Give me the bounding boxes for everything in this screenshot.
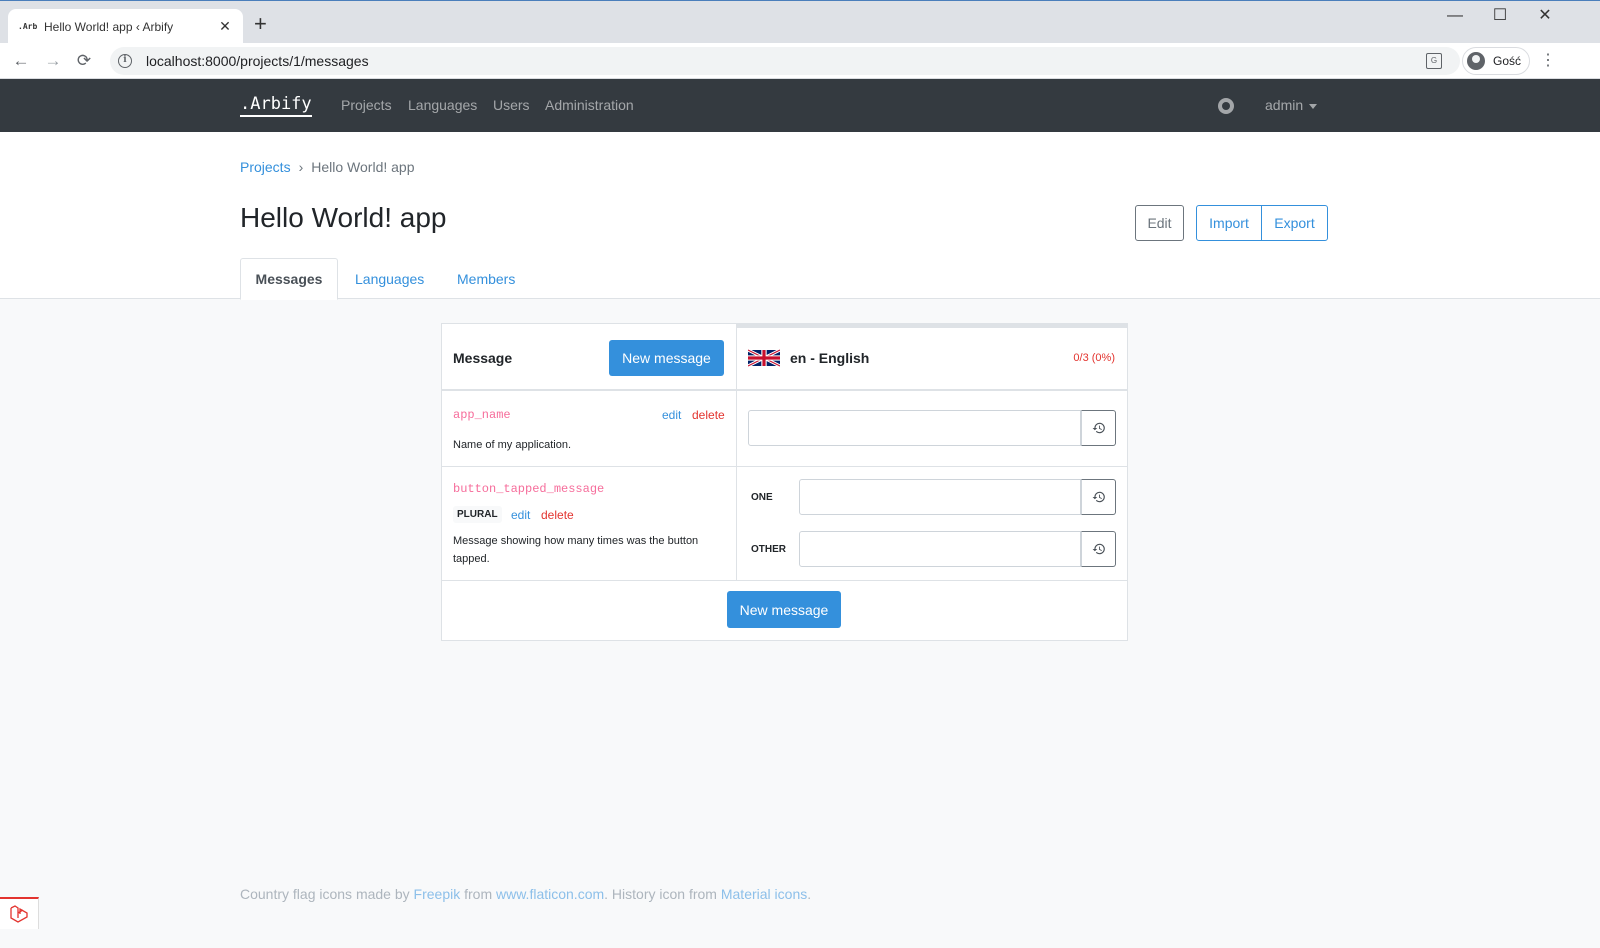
history-icon <box>1092 491 1105 503</box>
delete-message-link[interactable]: delete <box>541 508 574 522</box>
export-button[interactable]: Export <box>1261 205 1328 241</box>
nav-projects[interactable]: Projects <box>341 97 392 113</box>
browser-menu-icon[interactable]: ⋮ <box>1540 51 1556 71</box>
edit-message-link[interactable]: edit <box>662 408 681 422</box>
progress-bar <box>737 324 1127 328</box>
message-description-line2: tapped. <box>453 553 490 565</box>
edit-button[interactable]: Edit <box>1135 205 1184 241</box>
column-header-message: Message <box>453 350 513 366</box>
github-icon[interactable] <box>1218 98 1234 114</box>
tab-messages[interactable]: Messages <box>240 258 338 300</box>
profile-name: Gość <box>1493 54 1522 68</box>
site-info-icon[interactable]: i <box>118 54 132 68</box>
message-key: app_name <box>453 408 511 422</box>
footer-text: Country flag icons made by <box>240 886 414 902</box>
maximize-icon[interactable]: ☐ <box>1477 5 1523 27</box>
breadcrumb-projects[interactable]: Projects <box>240 159 291 175</box>
message-key: button_tapped_message <box>453 482 605 496</box>
import-button[interactable]: Import <box>1196 205 1262 241</box>
translation-input-other[interactable] <box>799 531 1081 567</box>
browser-toolbar: ← → ⟳ i localhost:8000/projects/1/messag… <box>0 43 1600 79</box>
history-icon <box>1092 543 1105 555</box>
plural-form-label: OTHER <box>751 544 786 555</box>
breadcrumb: Projects › Hello World! app <box>240 159 415 175</box>
uk-flag-icon <box>748 348 780 368</box>
nav-languages[interactable]: Languages <box>408 97 477 113</box>
footer-text: . History icon from <box>604 886 721 902</box>
project-header: Projects › Hello World! app Hello World!… <box>0 132 1600 300</box>
app-navbar: .Arbify Projects Languages Users Adminis… <box>0 79 1600 132</box>
minimize-icon[interactable]: — <box>1432 5 1478 27</box>
translation-input-group <box>799 531 1116 567</box>
plural-form-label: ONE <box>751 492 773 503</box>
message-description-line1: Message showing how many times was the b… <box>453 535 699 547</box>
translation-input-group <box>799 479 1116 515</box>
freepik-link[interactable]: Freepik <box>414 886 461 902</box>
plural-badge: PLURAL <box>453 506 502 523</box>
material-icons-link[interactable]: Material icons <box>721 886 807 902</box>
footer-credits: Country flag icons made by Freepik from … <box>240 886 811 902</box>
breadcrumb-separator: › <box>298 159 304 175</box>
brand-logo[interactable]: .Arbify <box>240 94 312 117</box>
avatar-icon <box>1467 52 1485 70</box>
caret-down-icon <box>1309 103 1318 109</box>
forward-icon[interactable]: → <box>41 49 65 73</box>
reload-icon[interactable]: ⟳ <box>72 49 96 73</box>
page-title: Hello World! app <box>240 202 447 233</box>
message-description: Name of my application. <box>453 439 571 451</box>
browser-tabstrip: .Arb Hello World! app ‹ Arbify ✕ + — ☐ ✕ <box>0 0 1600 44</box>
user-name: admin <box>1265 97 1304 113</box>
language-name: en - English <box>790 350 870 366</box>
tab-members[interactable]: Members <box>441 258 531 299</box>
messages-table: Message New message en - English 0/3 (0%… <box>441 323 1128 641</box>
user-dropdown[interactable]: admin <box>1265 97 1318 113</box>
footer-text: . <box>807 886 812 902</box>
breadcrumb-current: Hello World! app <box>311 159 415 175</box>
back-icon[interactable]: ← <box>9 49 33 73</box>
history-button[interactable] <box>1081 531 1116 567</box>
new-tab-button[interactable]: + <box>254 13 267 35</box>
browser-tab[interactable]: .Arb Hello World! app ‹ Arbify ✕ <box>8 9 243 44</box>
history-button[interactable] <box>1081 479 1116 515</box>
history-button[interactable] <box>1081 410 1116 446</box>
translation-input[interactable] <box>748 410 1081 446</box>
history-icon <box>1092 422 1105 434</box>
tab-title: Hello World! app ‹ Arbify <box>44 19 174 34</box>
edit-message-link[interactable]: edit <box>511 508 530 522</box>
url-text: localhost:8000/projects/1/messages <box>146 53 369 69</box>
new-message-button-bottom[interactable]: New message <box>727 591 841 628</box>
tab-languages[interactable]: Languages <box>339 258 440 299</box>
profile-button[interactable]: Gość <box>1462 47 1530 75</box>
favicon-icon: .Arb <box>18 22 38 31</box>
translation-progress: 0/3 (0%) <box>1073 352 1115 364</box>
translation-input-group <box>748 410 1116 446</box>
new-message-button[interactable]: New message <box>609 340 724 376</box>
address-bar[interactable]: i localhost:8000/projects/1/messages <box>110 47 1460 75</box>
window-close-icon[interactable]: ✕ <box>1522 5 1568 27</box>
flaticon-link[interactable]: www.flaticon.com <box>496 886 604 902</box>
footer-text: from <box>460 886 496 902</box>
translation-input-one[interactable] <box>799 479 1081 515</box>
nav-administration[interactable]: Administration <box>545 97 634 113</box>
nav-users[interactable]: Users <box>493 97 530 113</box>
delete-message-link[interactable]: delete <box>692 408 725 422</box>
tab-close-icon[interactable]: ✕ <box>217 18 233 35</box>
laravel-debugbar-icon[interactable] <box>0 897 39 929</box>
translate-icon[interactable]: G <box>1426 53 1442 69</box>
